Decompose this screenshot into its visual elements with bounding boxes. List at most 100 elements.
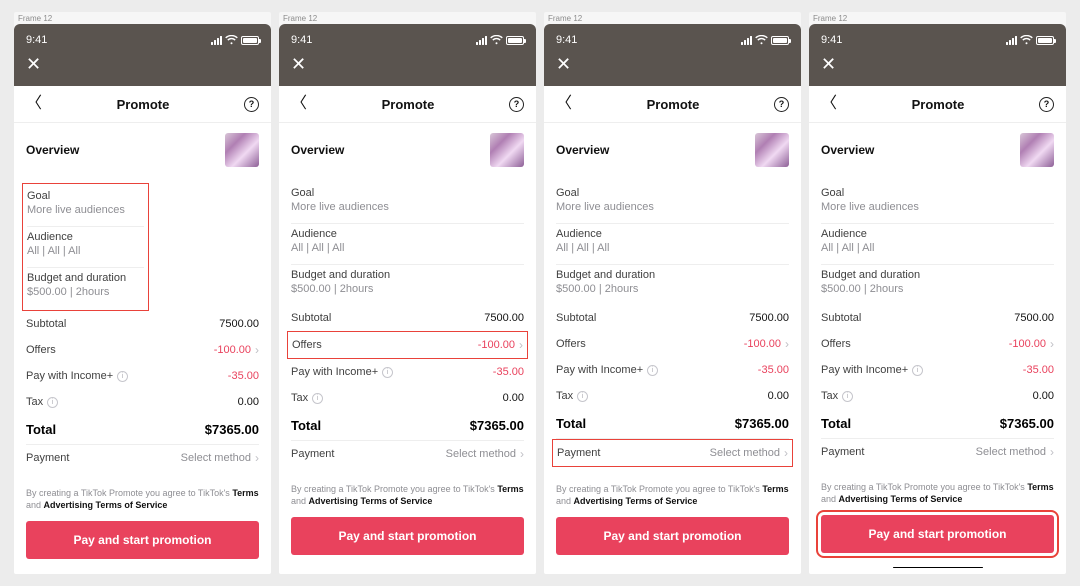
pay-start-button[interactable]: Pay and start promotion	[291, 517, 524, 555]
home-indicator[interactable]	[893, 567, 983, 568]
adv-terms-link[interactable]: Advertising Terms of Service	[839, 494, 963, 504]
video-thumbnail[interactable]	[225, 133, 259, 167]
app-header-dark: 9:41 ✕	[14, 24, 271, 86]
setting-audience[interactable]: Audience All | All | All	[821, 224, 1054, 265]
battery-icon	[241, 36, 259, 45]
row-income[interactable]: Pay with Income+i -35.00	[291, 359, 524, 385]
phone-screen: 9:41 ✕ 〈 Promote ? Overview Goal	[809, 24, 1066, 574]
app-header-dark: 9:41 ✕	[279, 24, 536, 86]
info-icon[interactable]: i	[842, 391, 853, 402]
phone-screen: 9:41 ✕ 〈 Promote ? Overview Goal	[14, 24, 271, 574]
row-total: Total $7365.00	[291, 411, 524, 440]
info-icon[interactable]: i	[382, 367, 393, 378]
back-icon[interactable]: 〈	[821, 96, 837, 112]
back-icon[interactable]: 〈	[556, 96, 572, 112]
row-income[interactable]: Pay with Income+i -35.00	[556, 357, 789, 383]
setting-goal[interactable]: Goal More live audiences	[27, 186, 144, 227]
terms-link[interactable]: Terms	[762, 484, 788, 494]
row-payment[interactable]: Payment Select method›	[821, 439, 1054, 465]
settings-summary: Goal More live audiences Audience All | …	[821, 183, 1054, 305]
wifi-icon	[755, 35, 768, 45]
row-payment[interactable]: Payment Select method›	[291, 441, 524, 467]
info-icon[interactable]: i	[912, 365, 923, 376]
row-tax: Taxi 0.00	[556, 383, 789, 409]
back-icon[interactable]: 〈	[26, 96, 42, 112]
info-icon[interactable]: i	[47, 397, 58, 408]
pay-start-button[interactable]: Pay and start promotion	[556, 517, 789, 555]
info-icon[interactable]: i	[312, 393, 323, 404]
terms-link[interactable]: Terms	[232, 488, 258, 498]
signal-icon	[1006, 36, 1017, 45]
setting-budget[interactable]: Budget and duration $500.00 | 2hours	[27, 268, 144, 308]
info-icon[interactable]: i	[117, 371, 128, 382]
adv-terms-link[interactable]: Advertising Terms of Service	[309, 496, 433, 506]
close-icon[interactable]: ✕	[556, 55, 571, 73]
app-header-dark: 9:41 ✕	[544, 24, 801, 86]
overview-label: Overview	[556, 143, 609, 157]
video-thumbnail[interactable]	[755, 133, 789, 167]
row-offers[interactable]: Offers -100.00›	[287, 331, 528, 359]
setting-audience[interactable]: Audience All | All | All	[27, 227, 144, 268]
setting-goal[interactable]: Goal More live audiences	[821, 183, 1054, 224]
status-time: 9:41	[556, 34, 577, 46]
page-title: Promote	[647, 97, 700, 112]
overview-label: Overview	[291, 143, 344, 157]
row-income[interactable]: Pay with Income+i -35.00	[26, 363, 259, 389]
video-thumbnail[interactable]	[1020, 133, 1054, 167]
row-offers[interactable]: Offers -100.00›	[821, 331, 1054, 357]
nav-bar: 〈 Promote ?	[544, 86, 801, 123]
info-icon[interactable]: i	[577, 391, 588, 402]
adv-terms-link[interactable]: Advertising Terms of Service	[44, 500, 168, 510]
setting-budget[interactable]: Budget and duration $500.00 | 2hours	[291, 265, 524, 305]
setting-audience[interactable]: Audience All | All | All	[291, 224, 524, 265]
page-title: Promote	[117, 97, 170, 112]
info-icon[interactable]: i	[647, 365, 658, 376]
setting-budget[interactable]: Budget and duration $500.00 | 2hours	[556, 265, 789, 305]
row-payment[interactable]: Payment Select method›	[26, 445, 259, 471]
row-subtotal: Subtotal 7500.00	[26, 311, 259, 337]
setting-goal[interactable]: Goal More live audiences	[291, 183, 524, 224]
terms-link[interactable]: Terms	[1027, 482, 1053, 492]
help-icon[interactable]: ?	[1039, 97, 1054, 112]
chevron-right-icon: ›	[784, 447, 788, 459]
wifi-icon	[225, 35, 238, 45]
close-icon[interactable]: ✕	[821, 55, 836, 73]
row-tax: Taxi 0.00	[291, 385, 524, 411]
setting-audience[interactable]: Audience All | All | All	[556, 224, 789, 265]
row-income[interactable]: Pay with Income+i -35.00	[821, 357, 1054, 383]
status-bar: 9:41	[291, 32, 524, 48]
overview-label: Overview	[26, 143, 79, 157]
legal-text: By creating a TikTok Promote you agree t…	[279, 475, 536, 511]
help-icon[interactable]: ?	[244, 97, 259, 112]
video-thumbnail[interactable]	[490, 133, 524, 167]
content-area: Overview Goal More live audiences Audien…	[809, 123, 1066, 473]
back-icon[interactable]: 〈	[291, 96, 307, 112]
row-subtotal: Subtotal 7500.00	[556, 305, 789, 331]
status-icons	[741, 35, 789, 45]
pay-start-button[interactable]: Pay and start promotion	[26, 521, 259, 559]
row-offers[interactable]: Offers -100.00›	[26, 337, 259, 363]
legal-text: By creating a TikTok Promote you agree t…	[14, 479, 271, 515]
row-payment[interactable]: Payment Select method›	[552, 439, 793, 467]
row-subtotal: Subtotal 7500.00	[291, 305, 524, 331]
row-tax: Taxi 0.00	[26, 389, 259, 415]
setting-budget[interactable]: Budget and duration $500.00 | 2hours	[821, 265, 1054, 305]
terms-link[interactable]: Terms	[497, 484, 523, 494]
close-icon[interactable]: ✕	[291, 55, 306, 73]
nav-bar: 〈 Promote ?	[809, 86, 1066, 123]
setting-goal[interactable]: Goal More live audiences	[556, 183, 789, 224]
frame-label: Frame 12	[548, 14, 582, 23]
row-offers[interactable]: Offers -100.00›	[556, 331, 789, 357]
chevron-right-icon: ›	[255, 344, 259, 356]
close-icon[interactable]: ✕	[26, 55, 41, 73]
status-icons	[1006, 35, 1054, 45]
pay-start-button[interactable]: Pay and start promotion	[821, 515, 1054, 553]
row-total: Total $7365.00	[821, 409, 1054, 438]
adv-terms-link[interactable]: Advertising Terms of Service	[574, 496, 698, 506]
signal-icon	[741, 36, 752, 45]
screenshot-frame: Frame 12 9:41 ✕ 〈 Promote ? Overview	[809, 12, 1066, 574]
status-icons	[476, 35, 524, 45]
help-icon[interactable]: ?	[774, 97, 789, 112]
help-icon[interactable]: ?	[509, 97, 524, 112]
wifi-icon	[1020, 35, 1033, 45]
